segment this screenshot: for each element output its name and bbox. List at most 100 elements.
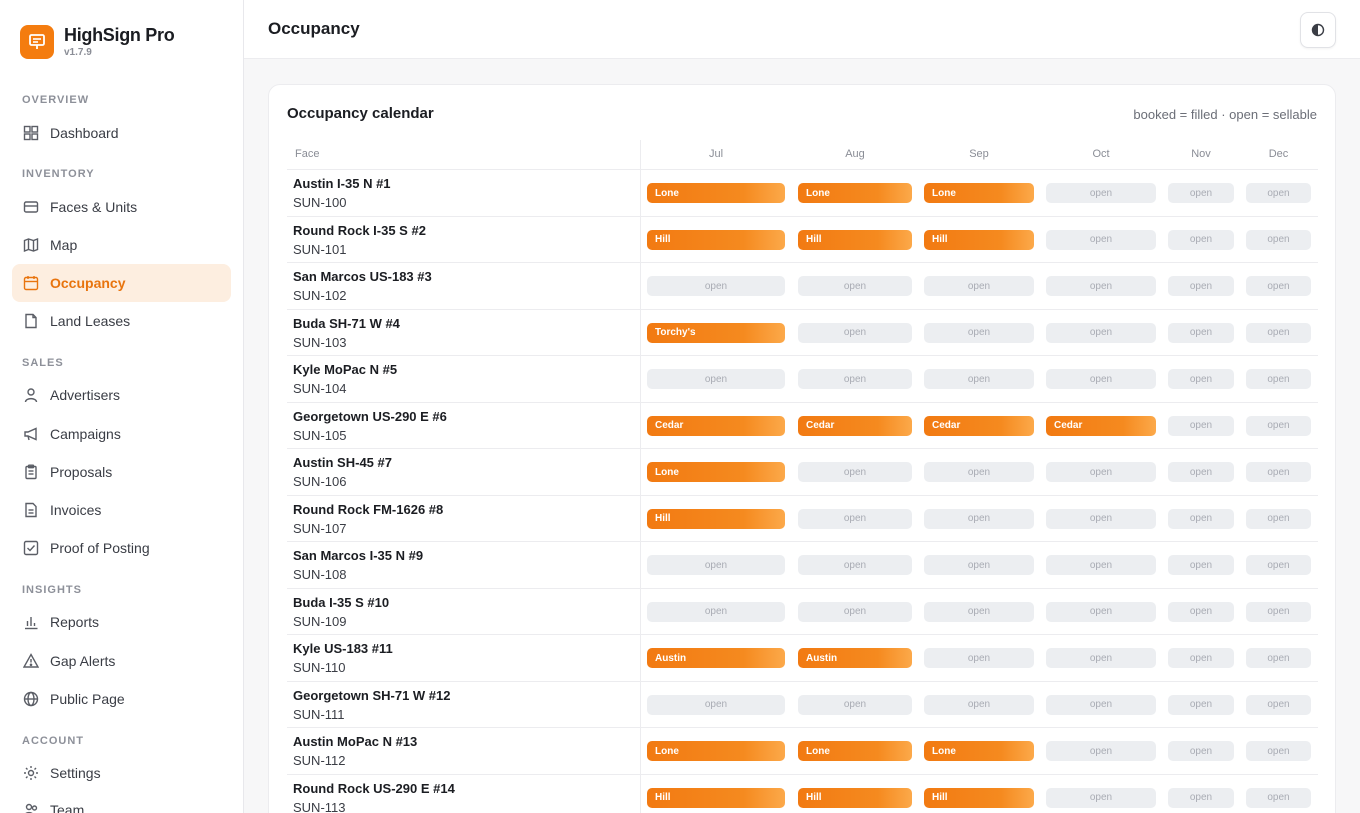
open-cell[interactable]: open: [924, 555, 1034, 575]
open-cell[interactable]: open: [924, 601, 1034, 622]
open-cell[interactable]: open: [924, 322, 1034, 343]
booked-cell[interactable]: Lone: [647, 462, 785, 482]
open-cell[interactable]: open: [1046, 369, 1156, 389]
table-row[interactable]: Round Rock I-35 S #2 SUN-101 Hill Hill Hill o…: [287, 217, 1318, 263]
table-row[interactable]: San Marcos I-35 N #9 SUN-108 open open open o…: [287, 542, 1318, 589]
table-row[interactable]: Round Rock US-290 E #14 SUN-113 Hill Hill Hi…: [287, 775, 1318, 813]
booked-cell[interactable]: Hill: [924, 787, 1034, 808]
open-cell[interactable]: open: [924, 508, 1034, 529]
open-cell[interactable]: open: [1046, 694, 1156, 715]
table-row[interactable]: Austin MoPac N #13 SUN-112 Lone Lone Lone ope…: [287, 728, 1318, 775]
table-row[interactable]: Round Rock FM-1626 #8 SUN-107 Hill open open…: [287, 496, 1318, 542]
sidebar-item-invoices[interactable]: Invoices: [12, 491, 231, 529]
open-cell[interactable]: open: [1246, 741, 1311, 761]
open-cell[interactable]: open: [1046, 787, 1156, 808]
open-cell[interactable]: open: [1168, 369, 1234, 389]
open-cell[interactable]: open: [1168, 229, 1234, 250]
open-cell[interactable]: open: [1168, 322, 1234, 343]
open-cell[interactable]: open: [1246, 183, 1311, 203]
sidebar-item-proof-of-posting[interactable]: Proof of Posting: [12, 529, 231, 567]
sidebar-item-land-leases[interactable]: Land Leases: [12, 302, 231, 340]
open-cell[interactable]: open: [1246, 555, 1311, 575]
open-cell[interactable]: open: [1168, 648, 1234, 668]
open-cell[interactable]: open: [1168, 183, 1234, 203]
open-cell[interactable]: open: [798, 694, 912, 715]
open-cell[interactable]: open: [924, 648, 1034, 668]
open-cell[interactable]: open: [1168, 276, 1234, 296]
open-cell[interactable]: open: [924, 276, 1034, 296]
table-row[interactable]: Georgetown US-290 E #6 SUN-105 Cedar Cedar C…: [287, 403, 1318, 449]
sidebar-item-faces-units[interactable]: Faces & Units: [12, 188, 231, 226]
booked-cell[interactable]: Lone: [647, 741, 785, 761]
booked-cell[interactable]: Cedar: [647, 415, 785, 436]
open-cell[interactable]: open: [798, 555, 912, 575]
open-cell[interactable]: open: [1168, 694, 1234, 715]
open-cell[interactable]: open: [798, 369, 912, 389]
table-row[interactable]: Kyle MoPac N #5 SUN-104 open open open open op…: [287, 356, 1318, 403]
open-cell[interactable]: open: [647, 601, 785, 622]
open-cell[interactable]: open: [1246, 415, 1311, 436]
booked-cell[interactable]: Cedar: [1046, 415, 1156, 436]
open-cell[interactable]: open: [924, 369, 1034, 389]
open-cell[interactable]: open: [798, 508, 912, 529]
open-cell[interactable]: open: [1046, 601, 1156, 622]
sidebar-item-occupancy[interactable]: Occupancy: [12, 264, 231, 302]
open-cell[interactable]: open: [1246, 462, 1311, 482]
open-cell[interactable]: open: [647, 276, 785, 296]
open-cell[interactable]: open: [798, 601, 912, 622]
sidebar-item-gap-alerts[interactable]: Gap Alerts: [12, 642, 231, 680]
open-cell[interactable]: open: [1246, 787, 1311, 808]
sidebar-item-settings[interactable]: Settings: [12, 754, 231, 792]
open-cell[interactable]: open: [798, 462, 912, 482]
open-cell[interactable]: open: [647, 369, 785, 389]
booked-cell[interactable]: Lone: [798, 183, 912, 203]
table-row[interactable]: Kyle US-183 #11 SUN-110 Austin Austin open op…: [287, 635, 1318, 682]
booked-cell[interactable]: Lone: [924, 741, 1034, 761]
booked-cell[interactable]: Hill: [647, 508, 785, 529]
booked-cell[interactable]: Hill: [647, 229, 785, 250]
open-cell[interactable]: open: [1168, 462, 1234, 482]
open-cell[interactable]: open: [1046, 555, 1156, 575]
booked-cell[interactable]: Cedar: [798, 415, 912, 436]
booked-cell[interactable]: Cedar: [924, 415, 1034, 436]
open-cell[interactable]: open: [1046, 508, 1156, 529]
table-row[interactable]: Georgetown SH-71 W #12 SUN-111 open open ope…: [287, 682, 1318, 728]
open-cell[interactable]: open: [1046, 229, 1156, 250]
sidebar-item-proposals[interactable]: Proposals: [12, 453, 231, 491]
open-cell[interactable]: open: [1168, 508, 1234, 529]
open-cell[interactable]: open: [1246, 508, 1311, 529]
open-cell[interactable]: open: [1246, 322, 1311, 343]
sidebar-item-public-page[interactable]: Public Page: [12, 680, 231, 718]
booked-cell[interactable]: Hill: [924, 229, 1034, 250]
open-cell[interactable]: open: [647, 694, 785, 715]
open-cell[interactable]: open: [1168, 787, 1234, 808]
open-cell[interactable]: open: [924, 694, 1034, 715]
booked-cell[interactable]: Hill: [798, 787, 912, 808]
open-cell[interactable]: open: [924, 462, 1034, 482]
booked-cell[interactable]: Hill: [798, 229, 912, 250]
open-cell[interactable]: open: [647, 555, 785, 575]
open-cell[interactable]: open: [1246, 694, 1311, 715]
table-row[interactable]: Buda I-35 S #10 SUN-109 open open open open op…: [287, 589, 1318, 635]
sidebar-item-reports[interactable]: Reports: [12, 603, 231, 641]
sidebar-item-campaigns[interactable]: Campaigns: [12, 415, 231, 453]
open-cell[interactable]: open: [1246, 601, 1311, 622]
open-cell[interactable]: open: [1246, 276, 1311, 296]
open-cell[interactable]: open: [1046, 322, 1156, 343]
table-row[interactable]: Austin I-35 N #1 SUN-100 Lone Lone Lone open o…: [287, 170, 1318, 217]
table-row[interactable]: Buda SH-71 W #4 SUN-103 Torchy's open open op…: [287, 310, 1318, 356]
sidebar-item-dashboard[interactable]: Dashboard: [12, 114, 231, 152]
sidebar-item-map[interactable]: Map: [12, 226, 231, 264]
open-cell[interactable]: open: [798, 322, 912, 343]
open-cell[interactable]: open: [1246, 229, 1311, 250]
sidebar-item-advertisers[interactable]: Advertisers: [12, 376, 231, 414]
sidebar-item-team[interactable]: Team: [12, 791, 231, 813]
open-cell[interactable]: open: [1246, 369, 1311, 389]
table-row[interactable]: Austin SH-45 #7 SUN-106 Lone open open open op…: [287, 449, 1318, 496]
table-row[interactable]: San Marcos US-183 #3 SUN-102 open open open o…: [287, 263, 1318, 310]
booked-cell[interactable]: Austin: [798, 648, 912, 668]
open-cell[interactable]: open: [1046, 276, 1156, 296]
booked-cell[interactable]: Austin: [647, 648, 785, 668]
open-cell[interactable]: open: [1046, 648, 1156, 668]
booked-cell[interactable]: Lone: [798, 741, 912, 761]
